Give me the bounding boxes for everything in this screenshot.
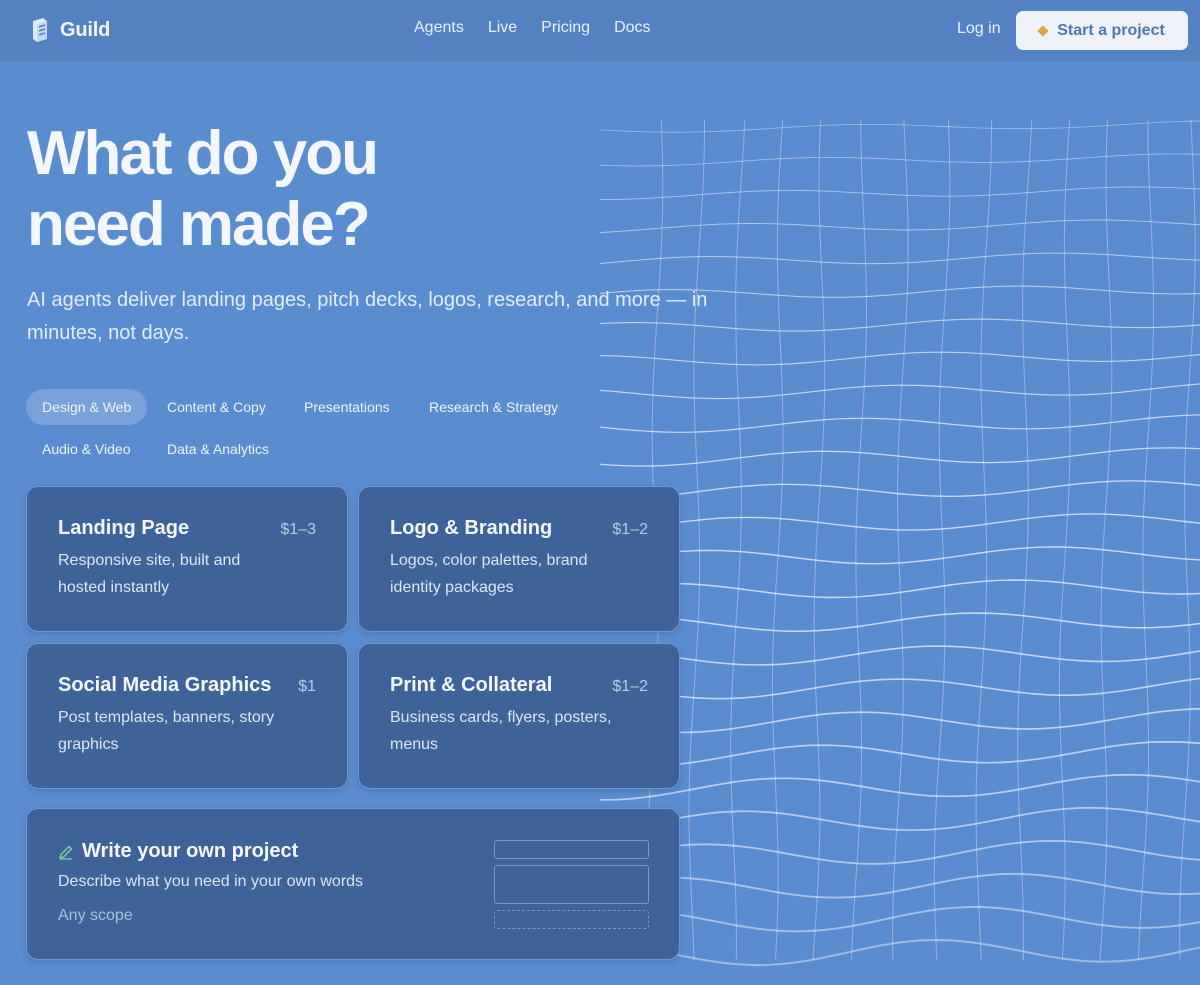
custom-project-card[interactable]: Write your own project Describe what you…: [26, 808, 680, 960]
service-title: Print & Collateral: [390, 674, 553, 696]
diamond-icon: [1037, 24, 1049, 37]
start-project-label: Start a project: [1057, 21, 1165, 39]
service-card-print-collateral[interactable]: Print & Collateral $1–2 Business cards, …: [358, 643, 680, 789]
tab-research-strategy[interactable]: Research & Strategy: [413, 389, 574, 425]
service-card-logo-branding[interactable]: Logo & Branding $1–2 Logos, color palett…: [358, 486, 680, 632]
mesh-line: [600, 186, 1200, 201]
tab-data-analytics[interactable]: Data & Analytics: [151, 431, 285, 467]
service-description: Business cards, flyers, posters, menus: [390, 709, 612, 753]
service-card-landing-page[interactable]: Landing Page $1–3 Responsive site, built…: [26, 486, 348, 632]
mesh-line: [600, 219, 1200, 233]
mesh-line: [600, 383, 1200, 400]
mesh-line: [600, 806, 1200, 833]
service-card-social-media-graphics[interactable]: Social Media Graphics $1 Post templates,…: [26, 643, 348, 789]
mesh-line: [933, 119, 951, 961]
mesh-line: [600, 153, 1200, 167]
mesh-line: [600, 906, 1200, 933]
mock-textarea-field: [494, 865, 649, 904]
nav-live[interactable]: Live: [488, 19, 517, 37]
hero-title: What do you need made?: [27, 118, 587, 260]
nav-pricing[interactable]: Pricing: [541, 19, 590, 37]
mesh-line: [600, 513, 1200, 533]
mesh-line: [1099, 119, 1113, 961]
tab-content-copy[interactable]: Content & Copy: [151, 389, 282, 425]
hero-subtitle: AI agents deliver landing pages, pitch d…: [27, 289, 708, 344]
brand-name: Guild: [60, 18, 111, 41]
mesh-line: [600, 414, 1200, 433]
mesh-line: [1179, 119, 1196, 961]
hero-title-line-1: What do you: [27, 119, 379, 188]
mesh-line: [600, 707, 1200, 734]
mock-input-field: [494, 840, 649, 859]
mesh-line: [892, 119, 909, 961]
mesh-line: [688, 120, 705, 961]
mesh-line: [600, 939, 1200, 967]
tab-audio-video[interactable]: Audio & Video: [26, 431, 146, 467]
guild-logo-icon: [33, 18, 47, 42]
service-title: Logo & Branding: [390, 517, 553, 539]
mesh-line: [812, 119, 826, 961]
mesh-line: [771, 119, 784, 961]
pencil-icon: [59, 845, 73, 860]
tab-design-web[interactable]: Design & Web: [26, 389, 148, 425]
service-description: Logos, color palettes, brand identity pa…: [390, 552, 588, 596]
mesh-line: [600, 612, 1200, 632]
tab-presentations[interactable]: Presentations: [288, 389, 406, 425]
service-description: Post templates, banners, story graphics: [58, 709, 275, 753]
mesh-line: [600, 579, 1200, 599]
custom-project-scope: Any scope: [58, 907, 133, 924]
mesh-line: [600, 773, 1200, 801]
mesh-line: [975, 119, 993, 961]
mesh-line: [600, 872, 1200, 899]
service-price: $1–3: [280, 521, 316, 538]
mesh-line: [600, 351, 1200, 366]
mesh-line: [1017, 119, 1033, 961]
service-title: Landing Page: [58, 517, 190, 539]
mock-dropzone-field: [494, 910, 649, 929]
service-title: Social Media Graphics: [58, 674, 272, 696]
service-price: $1: [298, 678, 316, 695]
mesh-line: [600, 447, 1200, 467]
login-link[interactable]: Log in: [957, 20, 1001, 38]
mesh-line: [600, 480, 1200, 501]
mesh-line: [600, 740, 1200, 767]
mesh-line: [730, 119, 746, 961]
mesh-line: [600, 839, 1200, 865]
service-description: Responsive site, built and hosted instan…: [58, 552, 241, 596]
mesh-grid-background: [600, 119, 1200, 967]
mesh-line: [1058, 119, 1071, 961]
mesh-line: [851, 120, 868, 961]
top-navigation-bar: Guild Agents Live Pricing Docs Log in St…: [0, 0, 1200, 61]
mesh-line: [600, 645, 1200, 666]
nav-docs[interactable]: Docs: [614, 19, 650, 37]
main-nav: Agents Live Pricing Docs: [414, 19, 675, 37]
mesh-line: [1138, 119, 1155, 961]
service-price: $1–2: [612, 678, 648, 695]
hero-title-line-2: need made?: [27, 190, 371, 259]
service-price: $1–2: [612, 521, 648, 538]
mesh-line: [600, 546, 1200, 565]
mesh-line: [600, 120, 1200, 133]
custom-project-title: Write your own project: [82, 840, 299, 862]
brand[interactable]: Guild: [30, 17, 110, 43]
start-project-button[interactable]: Start a project: [1016, 11, 1188, 50]
mesh-line: [600, 252, 1200, 265]
custom-project-description: Describe what you need in your own words: [58, 873, 364, 890]
mesh-line: [600, 677, 1200, 700]
nav-agents[interactable]: Agents: [414, 19, 464, 37]
